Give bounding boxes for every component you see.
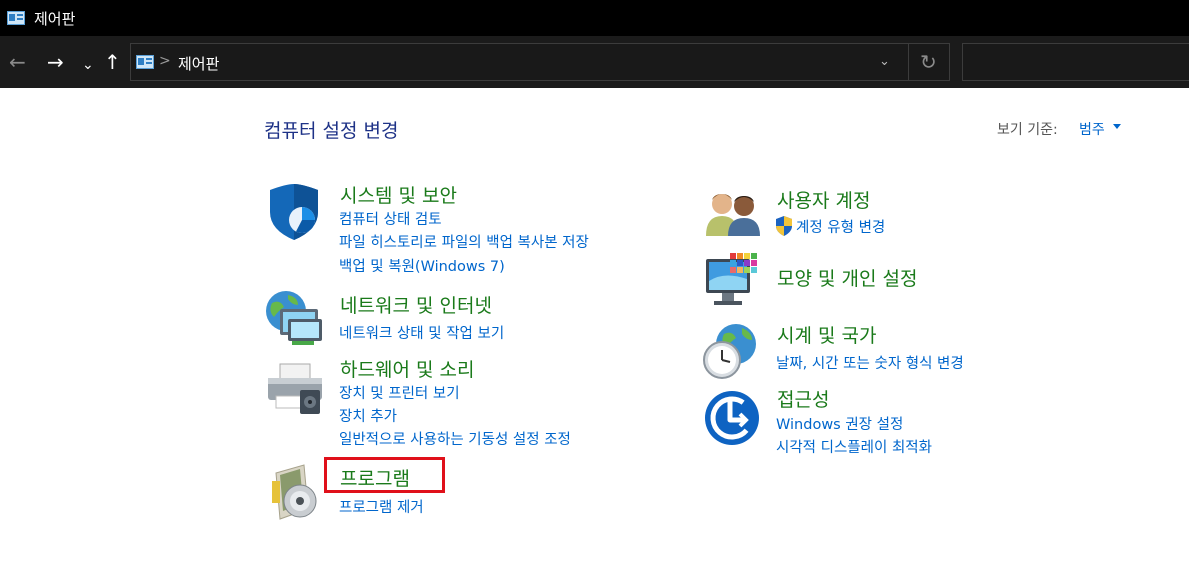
link-uninstall-program[interactable]: 프로그램 제거 bbox=[339, 496, 424, 517]
highlight-box bbox=[324, 457, 445, 493]
programs-disc-icon[interactable] bbox=[270, 463, 320, 521]
title-bar: 제어판 bbox=[0, 0, 1189, 36]
users-icon[interactable] bbox=[704, 190, 764, 236]
breadcrumb-separator-icon: > bbox=[159, 53, 171, 69]
appearance-monitor-icon[interactable] bbox=[704, 251, 764, 309]
link-review-computer-status[interactable]: 컴퓨터 상태 검토 bbox=[339, 208, 442, 229]
window-title: 제어판 bbox=[34, 9, 76, 28]
address-bar[interactable]: > 제어판 ⌄ ↻ bbox=[130, 43, 950, 81]
view-by-arrow-icon[interactable] bbox=[1113, 124, 1121, 129]
link-mobility-settings[interactable]: 일반적으로 사용하는 기동성 설정 조정 bbox=[339, 428, 571, 449]
link-file-history-backup[interactable]: 파일 히스토리로 파일의 백업 복사본 저장 bbox=[339, 231, 589, 252]
address-dropdown-icon[interactable]: ⌄ bbox=[879, 54, 890, 69]
back-arrow-icon[interactable]: ← bbox=[9, 50, 26, 74]
ease-of-access-icon[interactable] bbox=[704, 390, 760, 446]
category-appearance-title[interactable]: 모양 및 개인 설정 bbox=[777, 264, 917, 291]
up-arrow-icon[interactable]: ↑ bbox=[104, 50, 121, 74]
link-windows-recommended-settings[interactable]: Windows 권장 설정 bbox=[776, 413, 903, 434]
page-title: 컴퓨터 설정 변경 bbox=[264, 120, 399, 142]
category-user-accounts-title[interactable]: 사용자 계정 bbox=[777, 186, 870, 213]
link-network-status[interactable]: 네트워크 상태 및 작업 보기 bbox=[339, 322, 504, 343]
category-network-title[interactable]: 네트워크 및 인터넷 bbox=[340, 291, 492, 318]
uac-shield-icon bbox=[776, 216, 792, 236]
shield-icon[interactable] bbox=[266, 184, 322, 242]
link-backup-restore[interactable]: 백업 및 복원(Windows 7) bbox=[339, 255, 505, 276]
control-panel-icon bbox=[7, 11, 25, 25]
address-divider bbox=[908, 44, 909, 80]
link-devices-printers[interactable]: 장치 및 프린터 보기 bbox=[339, 382, 460, 403]
category-clock-region-title[interactable]: 시계 및 국가 bbox=[777, 321, 876, 348]
category-hardware-title[interactable]: 하드웨어 및 소리 bbox=[340, 355, 474, 382]
link-add-device[interactable]: 장치 추가 bbox=[339, 405, 397, 426]
view-by-label: 보기 기준: bbox=[997, 122, 1058, 138]
link-change-account-type[interactable]: 계정 유형 변경 bbox=[796, 216, 885, 237]
network-globe-icon[interactable] bbox=[264, 289, 326, 347]
navigation-bar: ← → ⌄ ↑ > 제어판 ⌄ ↻ bbox=[0, 36, 1189, 88]
link-optimize-visual-display[interactable]: 시각적 디스플레이 최적화 bbox=[776, 436, 932, 457]
printer-icon[interactable] bbox=[264, 362, 326, 418]
category-system-security-title[interactable]: 시스템 및 보안 bbox=[340, 181, 457, 208]
view-by-dropdown[interactable]: 범주 bbox=[1079, 119, 1105, 139]
clock-globe-icon[interactable] bbox=[702, 322, 760, 380]
refresh-icon[interactable]: ↻ bbox=[920, 50, 937, 74]
forward-arrow-icon[interactable]: → bbox=[47, 50, 64, 74]
category-ease-of-access-title[interactable]: 접근성 bbox=[777, 385, 829, 412]
link-date-time-format[interactable]: 날짜, 시간 또는 숫자 형식 변경 bbox=[776, 352, 964, 373]
recent-locations-chevron-icon[interactable]: ⌄ bbox=[82, 53, 94, 77]
breadcrumb-control-panel[interactable]: 제어판 bbox=[178, 53, 219, 74]
control-panel-icon bbox=[136, 55, 154, 69]
search-input[interactable] bbox=[962, 43, 1189, 81]
